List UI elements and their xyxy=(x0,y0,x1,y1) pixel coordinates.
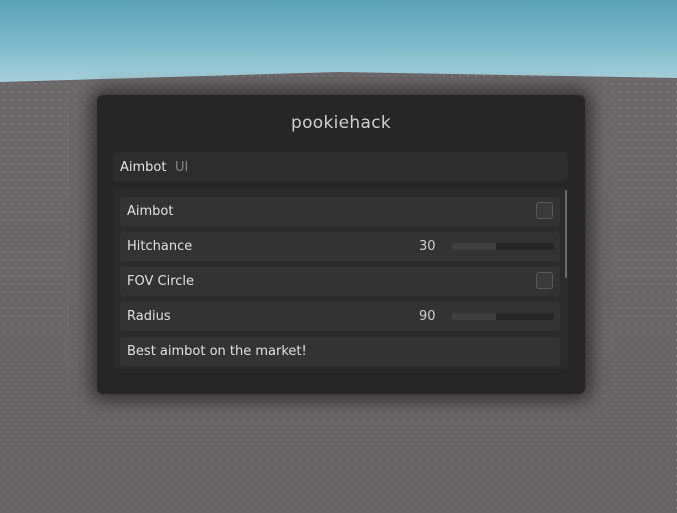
settings-scrollbar[interactable] xyxy=(565,190,567,278)
hitchance-value: 30 xyxy=(419,239,436,254)
hitchance-label: Hitchance xyxy=(127,239,193,254)
tab-aimbot[interactable]: Aimbot xyxy=(120,160,166,175)
fov-circle-label: FOV Circle xyxy=(127,274,195,289)
radius-slider-fill xyxy=(452,313,496,320)
fov-circle-checkbox[interactable] xyxy=(536,272,553,289)
game-viewport: pookiehack Aimbot UI Aimbot Hitchance 30… xyxy=(0,0,677,513)
sky-background xyxy=(0,0,677,82)
radius-label: Radius xyxy=(127,309,171,324)
radius-slider-row: Radius 90 xyxy=(120,302,560,331)
tab-bar: Aimbot UI xyxy=(113,152,568,182)
cheat-menu-window[interactable]: pookiehack Aimbot UI Aimbot Hitchance 30… xyxy=(97,95,585,394)
tab-ui[interactable]: UI xyxy=(175,160,188,175)
hitchance-slider[interactable] xyxy=(452,243,554,250)
hitchance-slider-row: Hitchance 30 xyxy=(120,232,560,261)
description-row: Best aimbot on the market! xyxy=(120,337,560,366)
fov-circle-toggle-row[interactable]: FOV Circle xyxy=(120,267,560,296)
settings-panel: Aimbot Hitchance 30 FOV Circle Radius 90 xyxy=(113,188,568,369)
aimbot-checkbox[interactable] xyxy=(536,202,553,219)
hitchance-slider-fill xyxy=(452,243,496,250)
radius-slider[interactable] xyxy=(452,313,554,320)
aimbot-toggle-label: Aimbot xyxy=(127,204,174,219)
aimbot-toggle-row[interactable]: Aimbot xyxy=(120,197,560,226)
description-label: Best aimbot on the market! xyxy=(127,344,307,359)
radius-value: 90 xyxy=(419,309,436,324)
window-title: pookiehack xyxy=(290,113,391,133)
